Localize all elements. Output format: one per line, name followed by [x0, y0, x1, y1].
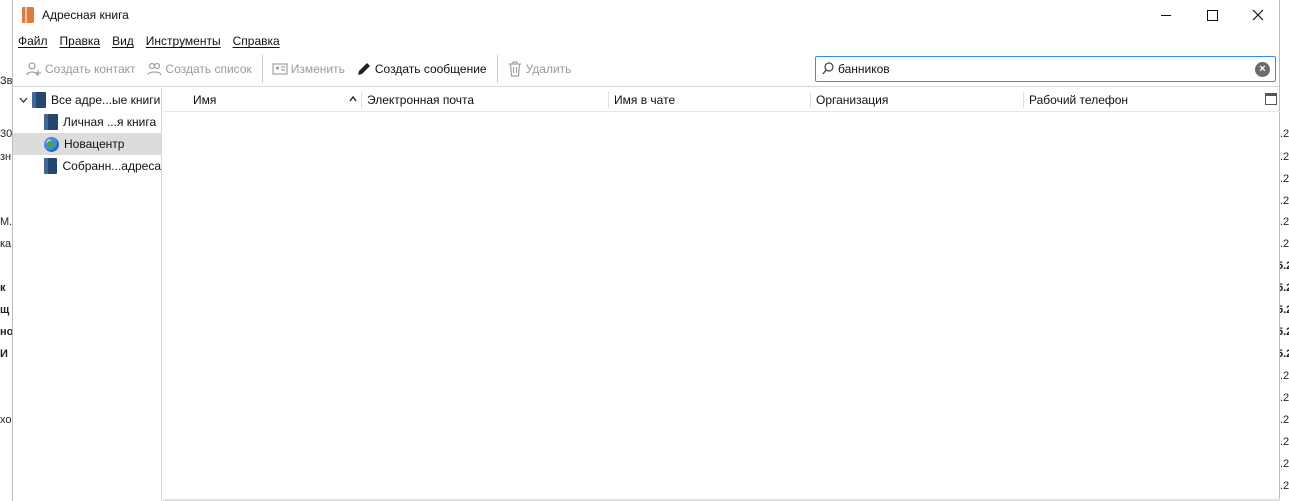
write-message-button[interactable]: Создать сообщение: [351, 56, 492, 82]
column-label: Организация: [816, 93, 889, 107]
column-label: Имя в чате: [614, 93, 676, 107]
close-button[interactable]: [1235, 0, 1281, 30]
new-contact-label: Создать контакт: [45, 62, 136, 76]
background-window-right: .2 .2 .2 .2 .2 .2 5.2 5.2 5.2 5.2 5.2 .2…: [1279, 30, 1289, 501]
bg-text: 5.2: [1279, 304, 1289, 316]
tree-item-label: Все адре...ые книги: [51, 93, 161, 107]
bg-text: к: [0, 282, 6, 294]
contact-card-icon: [272, 61, 288, 77]
write-message-label: Создать сообщение: [374, 62, 487, 76]
search-box[interactable]: ×: [815, 56, 1276, 82]
delete-label: Удалить: [525, 62, 572, 76]
bg-text: .2: [1280, 128, 1289, 140]
new-contact-button[interactable]: Создать контакт: [21, 56, 141, 82]
bg-text: щ: [0, 304, 10, 316]
pencil-icon: [356, 61, 372, 77]
new-list-button[interactable]: Создать список: [142, 56, 257, 82]
clear-search-icon[interactable]: ×: [1255, 62, 1270, 77]
column-picker-icon[interactable]: [1265, 93, 1277, 105]
column-email[interactable]: Электронная почта: [363, 88, 474, 112]
bg-text: но: [0, 326, 12, 338]
bg-text: .2: [1280, 480, 1289, 492]
bg-text: И: [0, 348, 8, 360]
window-title: Адресная книга: [42, 8, 129, 22]
menu-view[interactable]: Вид: [112, 34, 134, 48]
globe-icon: [44, 136, 59, 152]
menu-edit[interactable]: Правка: [60, 34, 101, 48]
column-separator[interactable]: [1023, 92, 1024, 108]
background-window-left: Зв 30 зн М. ка к щ но И хо: [0, 30, 12, 501]
menu-help[interactable]: Справка: [233, 34, 280, 48]
title-bar[interactable]: Адресная книга: [13, 0, 1279, 30]
contacts-list[interactable]: Имя Электронная почта Имя в чате Организ…: [163, 88, 1280, 501]
bg-text: ка: [0, 238, 12, 250]
maximize-button[interactable]: [1189, 0, 1235, 30]
address-book-icon: [32, 92, 46, 108]
bg-text: М.: [0, 216, 12, 228]
bg-text: Зв: [0, 75, 12, 87]
address-book-icon: [44, 114, 58, 130]
bg-text: .2: [1280, 173, 1289, 185]
column-name[interactable]: Имя: [189, 88, 216, 112]
bg-text: хо: [0, 414, 12, 426]
edit-button[interactable]: Изменить: [267, 56, 350, 82]
address-book-icon: [44, 158, 58, 174]
search-icon: [822, 62, 834, 75]
new-list-label: Создать список: [165, 62, 252, 76]
bg-text: 5.2: [1279, 282, 1289, 294]
sort-ascending-icon: [349, 94, 357, 104]
tree-item-personal-book[interactable]: Личная ...я книга: [13, 111, 161, 133]
column-organization[interactable]: Организация: [812, 88, 888, 112]
column-separator[interactable]: [361, 92, 362, 108]
toolbar-separator: [496, 55, 498, 83]
tree-item-novacenter[interactable]: Новацентр: [13, 133, 161, 155]
tree-item-label: Личная ...я книга: [63, 115, 157, 129]
column-work-phone[interactable]: Рабочий телефон: [1025, 88, 1128, 112]
bg-text: зн: [0, 151, 12, 163]
column-separator[interactable]: [608, 92, 609, 108]
menu-tools[interactable]: Инструменты: [146, 34, 221, 48]
column-chat-name[interactable]: Имя в чате: [610, 88, 675, 112]
bg-text: .2: [1280, 392, 1289, 404]
add-contact-icon: [26, 61, 42, 77]
bg-text: .2: [1280, 370, 1289, 382]
tree-item-label: Новацентр: [64, 137, 125, 151]
chevron-down-icon[interactable]: [17, 94, 29, 106]
bg-text: .2: [1280, 436, 1289, 448]
edit-label: Изменить: [290, 62, 345, 76]
bg-text: .2: [1280, 195, 1289, 207]
tree-item-all-books[interactable]: Все адре...ые книги: [13, 89, 161, 111]
address-book-icon: [22, 7, 34, 23]
bg-text: .2: [1280, 458, 1289, 470]
bg-text: .2: [1280, 414, 1289, 426]
column-label: Рабочий телефон: [1029, 93, 1129, 107]
tree-item-label: Собранн...адреса: [62, 159, 161, 173]
column-separator[interactable]: [810, 92, 811, 108]
bg-text: .2: [1280, 216, 1289, 228]
column-label: Имя: [193, 93, 217, 107]
bg-text: .2: [1280, 238, 1289, 250]
column-label: Электронная почта: [367, 93, 475, 107]
bg-text: 30: [0, 128, 12, 140]
search-input[interactable]: [838, 60, 1248, 78]
bg-text: 5.2: [1279, 326, 1289, 338]
list-header: Имя Электронная почта Имя в чате Организ…: [163, 88, 1280, 112]
close-icon: [1252, 9, 1264, 21]
delete-button[interactable]: Удалить: [502, 56, 577, 82]
bg-text: 5.2: [1279, 348, 1289, 360]
toolbar-separator: [261, 55, 263, 83]
bg-text: .2: [1280, 151, 1289, 163]
tree-item-collected-addresses[interactable]: Собранн...адреса: [13, 155, 161, 177]
address-book-window: Адресная книга Файл Правка Вид Инструмен…: [12, 0, 1280, 501]
bg-text: 5.2: [1279, 260, 1289, 272]
add-list-icon: [146, 61, 163, 77]
minimize-button[interactable]: [1143, 0, 1189, 30]
address-book-tree: Все адре...ые книги Личная ...я книга Но…: [13, 88, 162, 501]
trash-icon: [507, 61, 523, 77]
menu-bar: Файл Правка Вид Инструменты Справка: [13, 30, 1279, 52]
menu-file[interactable]: Файл: [18, 34, 48, 48]
